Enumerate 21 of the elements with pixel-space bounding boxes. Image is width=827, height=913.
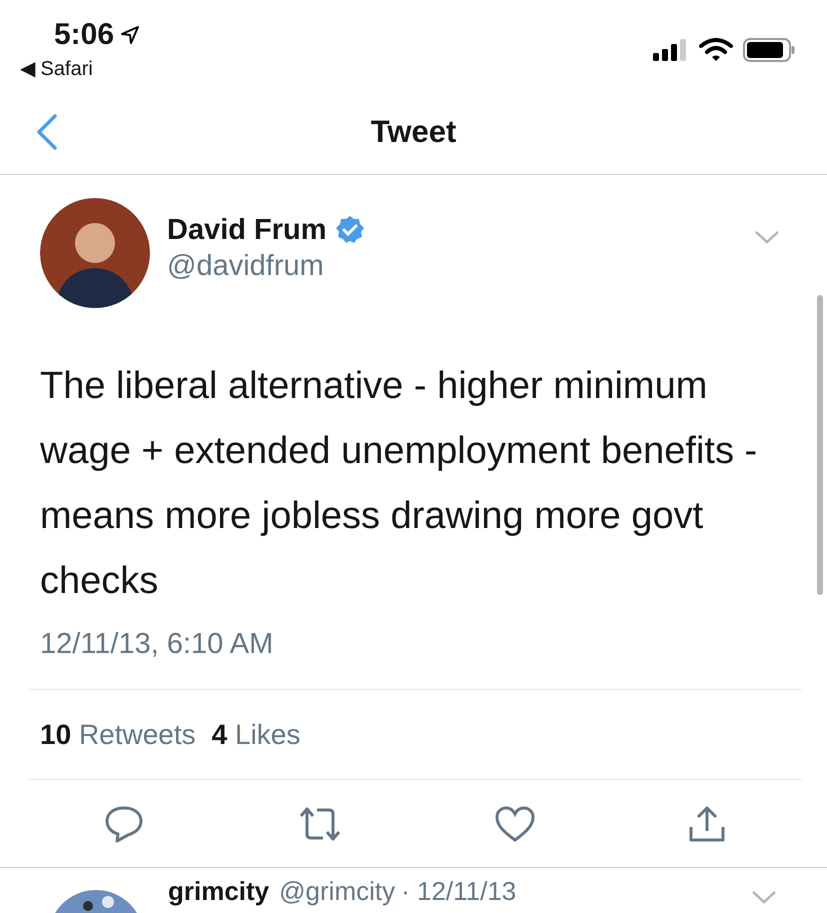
- share-icon[interactable]: [688, 804, 726, 843]
- author-name[interactable]: David Frum: [167, 212, 327, 248]
- avatar[interactable]: [40, 198, 150, 308]
- engagement-count[interactable]: 4 Likes: [212, 714, 300, 756]
- engagement-count[interactable]: 10 Retweets: [40, 714, 196, 756]
- reply-icon[interactable]: [104, 804, 144, 843]
- clock-time: 5:06: [54, 18, 114, 52]
- back-to-app-link[interactable]: ◀ Safari: [20, 56, 140, 82]
- tweet-timestamp: 12/11/13, 6:10 AM: [40, 627, 274, 662]
- back-icon[interactable]: [36, 114, 58, 150]
- reply-handle[interactable]: @grimcity: [279, 876, 396, 906]
- page-title: Tweet: [370, 112, 456, 151]
- location-arrow-icon: [120, 25, 140, 45]
- reply-date: · 12/11/13: [401, 876, 516, 906]
- signal-icon: [653, 39, 689, 61]
- reply-author-name[interactable]: grimcity: [168, 876, 270, 906]
- author-handle[interactable]: @davidfrum: [167, 248, 365, 284]
- heart-icon[interactable]: [495, 806, 536, 842]
- wifi-icon: [699, 38, 733, 62]
- battery-icon: [743, 38, 795, 62]
- tweet-text: The liberal alternative - higher minimum wage + extended unemployment benefits - means more jobless drawing more govt checks: [40, 364, 758, 604]
